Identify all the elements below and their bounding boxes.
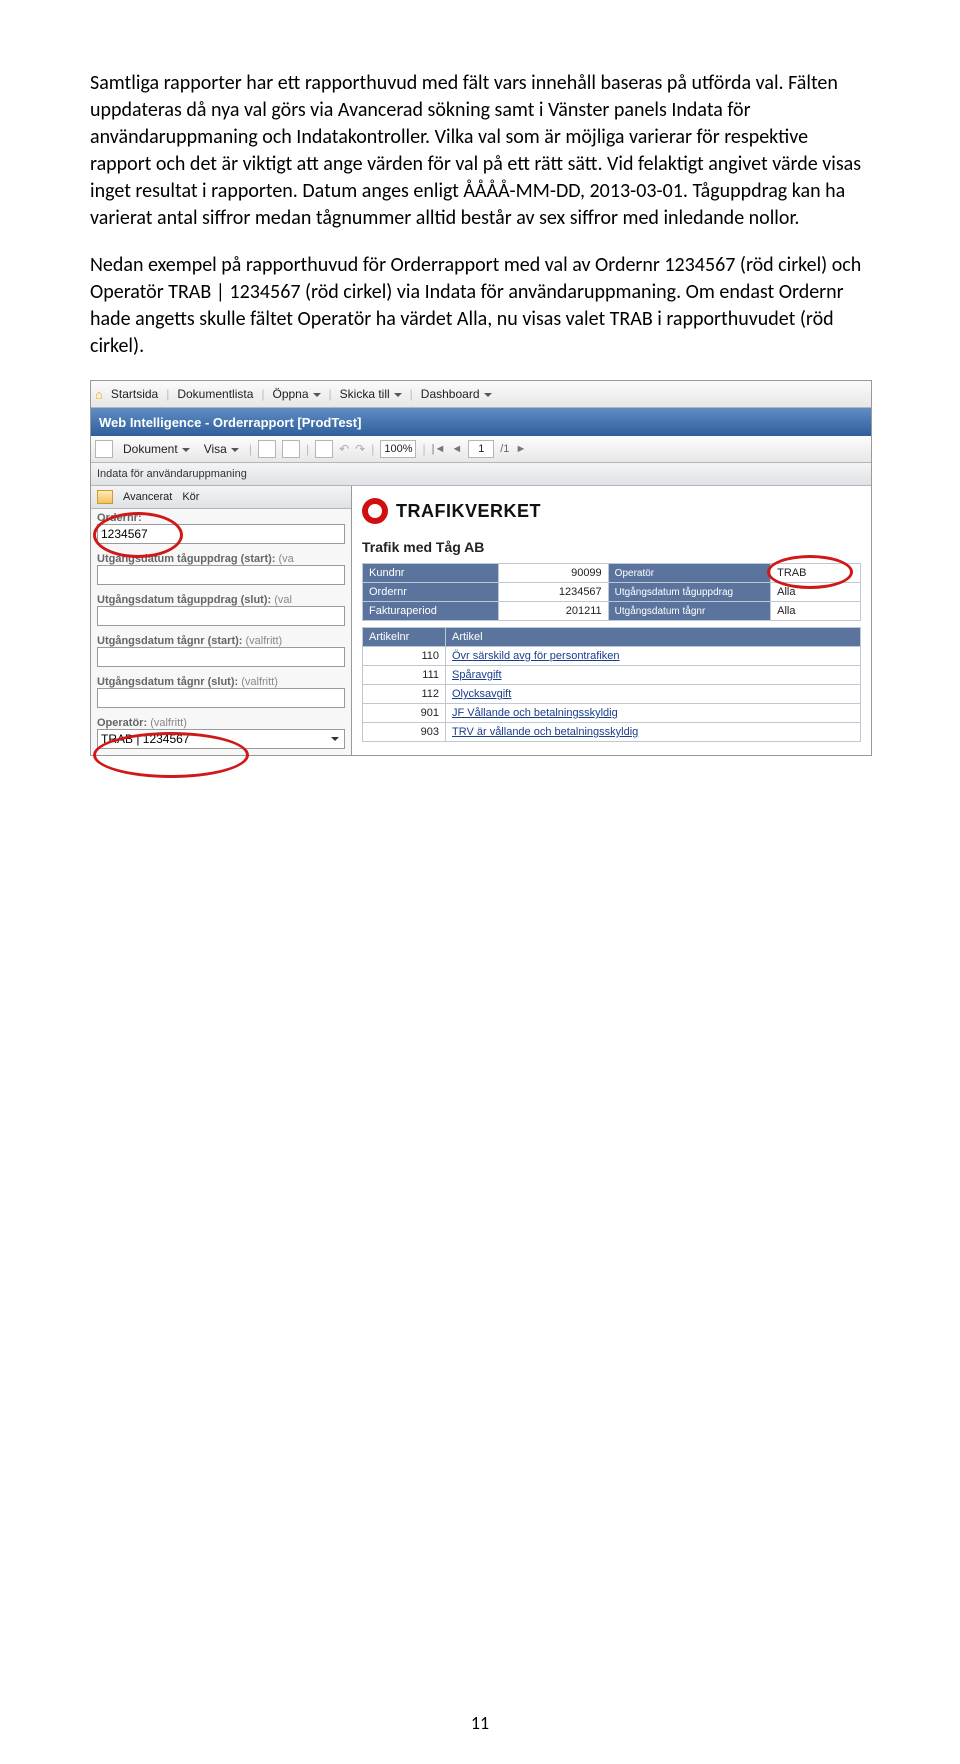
toolbar-visa[interactable]: Visa	[200, 442, 243, 456]
sidebar-toolbar: Avancerat Kör	[91, 486, 351, 509]
input-operator[interactable]	[97, 729, 345, 749]
input-ut-slut[interactable]	[97, 606, 345, 626]
brand-text: TRAFIKVERKET	[396, 501, 541, 522]
top-tabbar: ⌂ Startsida| Dokumentlista| Öppna| Skick…	[91, 381, 871, 408]
report-subtitle: Trafik med Tåg AB	[362, 539, 861, 555]
paragraph-1: Samtliga rapporter har ett rapporthuvud …	[90, 70, 870, 232]
article-link[interactable]: Olycksavgift	[452, 688, 511, 700]
article-link[interactable]: Spåravgift	[452, 669, 502, 681]
input-ut-start[interactable]	[97, 565, 345, 585]
hdr-ordernr-label: Ordernr	[363, 583, 499, 602]
hdr-utu-value: Alla	[771, 583, 861, 602]
page-icon	[95, 440, 113, 458]
hdr-fakt-value: 201211	[499, 602, 609, 621]
field-operator: Operatör: (valfritt)	[91, 714, 351, 755]
table-row: 112Olycksavgift	[363, 685, 861, 704]
field-tn-slut: Utgångsdatum tågnr (slut): (valfritt)	[91, 673, 351, 714]
label-tn-slut: Utgångsdatum tågnr (slut): (valfritt)	[97, 676, 345, 688]
label-ordernr: Ordernr:	[97, 512, 345, 524]
field-tn-start: Utgångsdatum tågnr (start): (valfritt)	[91, 632, 351, 673]
brand-logo: TRAFIKVERKET	[362, 498, 861, 524]
hdr-kundnr-value: 90099	[499, 564, 609, 583]
hdr-kundnr-label: Kundnr	[363, 564, 499, 583]
label-ut-start: Utgångsdatum tåguppdrag (start): (va	[97, 553, 345, 565]
input-ordernr[interactable]	[97, 524, 345, 544]
nav-prev-icon[interactable]: ◄	[451, 443, 462, 455]
zoom-level[interactable]: 100%	[380, 440, 416, 458]
hdr-oper-label: Operatör	[608, 564, 770, 583]
hdr-utt-label: Utgångsdatum tågnr	[608, 602, 770, 621]
article-link[interactable]: TRV är vållande och betalningsskyldig	[452, 726, 638, 738]
page-number-input[interactable]: 1	[468, 440, 494, 458]
label-ut-slut: Utgångsdatum tåguppdrag (slut): (val	[97, 594, 345, 606]
window-title: Web Intelligence - Orderrapport [ProdTes…	[91, 408, 871, 436]
nav-first-icon[interactable]: |◄	[432, 443, 446, 455]
article-link[interactable]: Övr särskild avg för persontrafiken	[452, 650, 620, 662]
box-icon	[97, 490, 113, 504]
label-tn-start: Utgångsdatum tågnr (start): (valfritt)	[97, 635, 345, 647]
home-icon: ⌂	[95, 387, 103, 402]
article-link[interactable]: JF Vållande och betalningsskyldig	[452, 707, 618, 719]
report-header-table: Kundnr 90099 Operatör TRAB Ordernr 12345…	[362, 563, 861, 621]
label-operator: Operatör: (valfritt)	[97, 717, 345, 729]
sidebar-advanced[interactable]: Avancerat	[123, 491, 172, 503]
table-row: 110Övr särskild avg för persontrafiken	[363, 647, 861, 666]
tab-start[interactable]: Startsida	[107, 387, 162, 401]
find-icon[interactable]	[282, 440, 300, 458]
report-area: TRAFIKVERKET Trafik med Tåg AB Kundnr 90…	[352, 486, 871, 755]
tab-dashboard[interactable]: Dashboard	[417, 387, 496, 401]
undo-icon[interactable]: ↶	[339, 442, 349, 456]
hdr-utt-value: Alla	[771, 602, 861, 621]
tab-send[interactable]: Skicka till	[336, 387, 406, 401]
hdr-oper-value: TRAB	[771, 564, 861, 583]
article-table: Artikelnr Artikel 110Övr särskild avg fö…	[362, 627, 861, 742]
table-row: 111Spåravgift	[363, 666, 861, 685]
logo-mark-icon	[362, 498, 388, 524]
redo-icon[interactable]: ↷	[355, 442, 365, 456]
col-artikel: Artikel	[446, 628, 861, 647]
table-row: 901JF Vållande och betalningsskyldig	[363, 704, 861, 723]
print-icon[interactable]	[258, 440, 276, 458]
tab-doclist[interactable]: Dokumentlista	[173, 387, 257, 401]
sidebar: Avancerat Kör Ordernr: Utgångsdatum tågu…	[91, 486, 352, 755]
hdr-fakt-label: Fakturaperiod	[363, 602, 499, 621]
field-ordernr: Ordernr:	[91, 509, 351, 550]
input-tn-slut[interactable]	[97, 688, 345, 708]
field-ut-slut: Utgångsdatum tåguppdrag (slut): (val	[91, 591, 351, 632]
panel-header: Indata för användaruppmaning	[91, 463, 871, 486]
nav-next-icon[interactable]: ►	[515, 443, 526, 455]
hdr-utu-label: Utgångsdatum tåguppdrag	[608, 583, 770, 602]
field-ut-start: Utgångsdatum tåguppdrag (start): (va	[91, 550, 351, 591]
col-artikelnr: Artikelnr	[363, 628, 446, 647]
table-row: 903TRV är vållande och betalningsskyldig	[363, 723, 861, 742]
hdr-ordernr-value: 1234567	[499, 583, 609, 602]
page-number: 11	[0, 1712, 960, 1734]
toolbar-document[interactable]: Dokument	[119, 442, 194, 456]
paragraph-2: Nedan exempel på rapporthuvud för Orderr…	[90, 252, 870, 360]
tab-open[interactable]: Öppna	[269, 387, 325, 401]
page-total: /1	[500, 443, 509, 455]
main-toolbar: Dokument Visa | | ↶ ↷ | 100% | |◄ ◄ 1 /1…	[91, 436, 871, 463]
sidebar-run[interactable]: Kör	[182, 491, 199, 503]
app-screenshot: ⌂ Startsida| Dokumentlista| Öppna| Skick…	[90, 380, 872, 756]
history-icon[interactable]	[315, 440, 333, 458]
input-tn-start[interactable]	[97, 647, 345, 667]
